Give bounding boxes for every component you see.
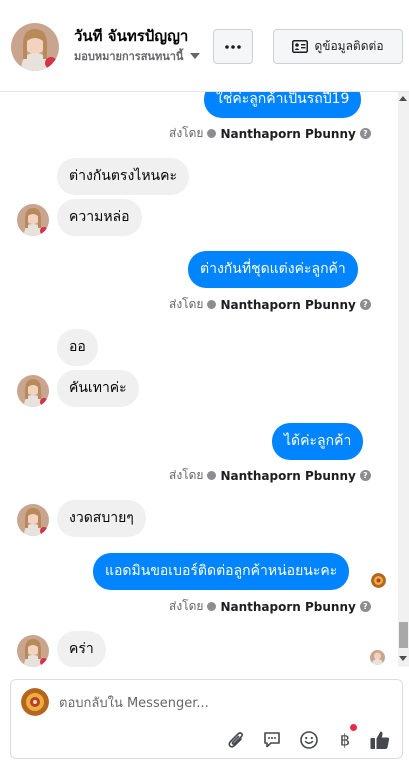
sent-by-info: ส่งโดย Nanthaporn Pbunny ?	[169, 295, 371, 314]
reply-input[interactable]	[59, 692, 389, 714]
contact-avatar[interactable]	[11, 23, 59, 71]
saved-reply-icon	[264, 732, 280, 748]
baht-icon: ฿	[340, 731, 350, 750]
scroll-up-arrow-icon[interactable]	[399, 96, 407, 101]
payment-button[interactable]: ฿	[333, 728, 357, 752]
sent-by-label: ส่งโดย	[169, 468, 204, 482]
incoming-message[interactable]: ต่างกันตรงไหนคะ	[57, 158, 190, 195]
sender-name: Nanthaporn Pbunny	[220, 297, 356, 312]
outgoing-message[interactable]: ต่างกันที่ชุดแต่งค่ะลูกค้า	[188, 251, 358, 288]
emoji-button[interactable]	[297, 728, 321, 752]
like-icon	[370, 731, 390, 749]
sent-by-label: ส่งโดย	[169, 126, 204, 140]
incoming-message[interactable]: คันเทาค่ะ	[57, 370, 139, 407]
scrollbar[interactable]	[398, 92, 409, 667]
help-icon[interactable]: ?	[359, 601, 371, 612]
help-icon[interactable]: ?	[359, 470, 371, 481]
view-contact-label: ดูข้อมูลติดต่อ	[314, 39, 384, 53]
sent-check-icon	[207, 129, 217, 138]
attach-file-button[interactable]	[224, 728, 248, 752]
incoming-message[interactable]: ออ	[57, 329, 98, 366]
help-icon[interactable]: ?	[359, 128, 371, 139]
view-contact-button[interactable]: ดูข้อมูลติดต่อ	[273, 29, 403, 64]
sent-by-label: ส่งโดย	[169, 297, 204, 311]
contact-card-icon	[292, 40, 309, 53]
contact-avatar-small	[17, 204, 49, 236]
sent-check-icon	[207, 602, 217, 611]
more-icon	[225, 44, 241, 49]
emoji-icon	[300, 731, 318, 749]
seen-avatar	[371, 573, 386, 588]
contact-avatar-small	[17, 375, 49, 407]
assign-conversation-dropdown[interactable]: มอบหมายการสนทนานี้	[74, 47, 201, 65]
saved-replies-button[interactable]	[260, 728, 284, 752]
scroll-down-arrow-icon[interactable]	[399, 656, 407, 661]
conversation-header: วันที จันทรปัญญา มอบหมายการสนทนานี้ ดูข้…	[0, 0, 409, 92]
contact-avatar-small	[17, 635, 49, 667]
outgoing-message[interactable]: แอดมินขอเบอร์ติดต่อลูกค้าหน่อยนะคะ	[93, 553, 350, 590]
outgoing-message[interactable]: ใช่ค่ะลูกค้าเป็นรถปี19	[204, 92, 362, 118]
like-button[interactable]	[368, 728, 392, 752]
sent-by-info: ส่งโดย Nanthaporn Pbunny ?	[169, 466, 371, 485]
page-avatar	[21, 688, 49, 716]
outgoing-message[interactable]: ได้ค่ะลูกค้า	[272, 423, 364, 460]
assign-label: มอบหมายการสนทนานี้	[74, 50, 184, 63]
message-list[interactable]: ใช่ค่ะลูกค้าเป็นรถปี19 ส่งโดย Nanthaporn…	[0, 92, 409, 667]
help-icon[interactable]: ?	[359, 299, 371, 310]
sent-check-icon	[207, 471, 217, 480]
incoming-message[interactable]: คร่า	[57, 631, 106, 667]
contact-name: วันที จันทรปัญญา	[74, 27, 189, 45]
seen-avatar	[370, 650, 385, 665]
sent-by-info: ส่งโดย Nanthaporn Pbunny ?	[169, 124, 371, 143]
chevron-down-icon	[190, 53, 201, 59]
message-composer: ฿	[10, 679, 403, 759]
notification-dot	[350, 724, 357, 731]
scrollbar-thumb[interactable]	[399, 622, 408, 648]
incoming-message[interactable]: ความหล่อ	[57, 199, 142, 236]
sent-by-info: ส่งโดย Nanthaporn Pbunny ?	[169, 597, 371, 616]
more-options-button[interactable]	[213, 29, 253, 64]
sent-by-label: ส่งโดย	[169, 599, 204, 613]
sender-name: Nanthaporn Pbunny	[220, 468, 356, 483]
sender-name: Nanthaporn Pbunny	[220, 126, 356, 141]
svg-text:฿: ฿	[340, 731, 350, 750]
sender-name: Nanthaporn Pbunny	[220, 599, 356, 614]
incoming-message[interactable]: งวดสบายๆ	[57, 500, 146, 537]
paperclip-icon	[228, 732, 243, 748]
contact-avatar-small	[17, 504, 49, 536]
sent-check-icon	[207, 300, 217, 309]
